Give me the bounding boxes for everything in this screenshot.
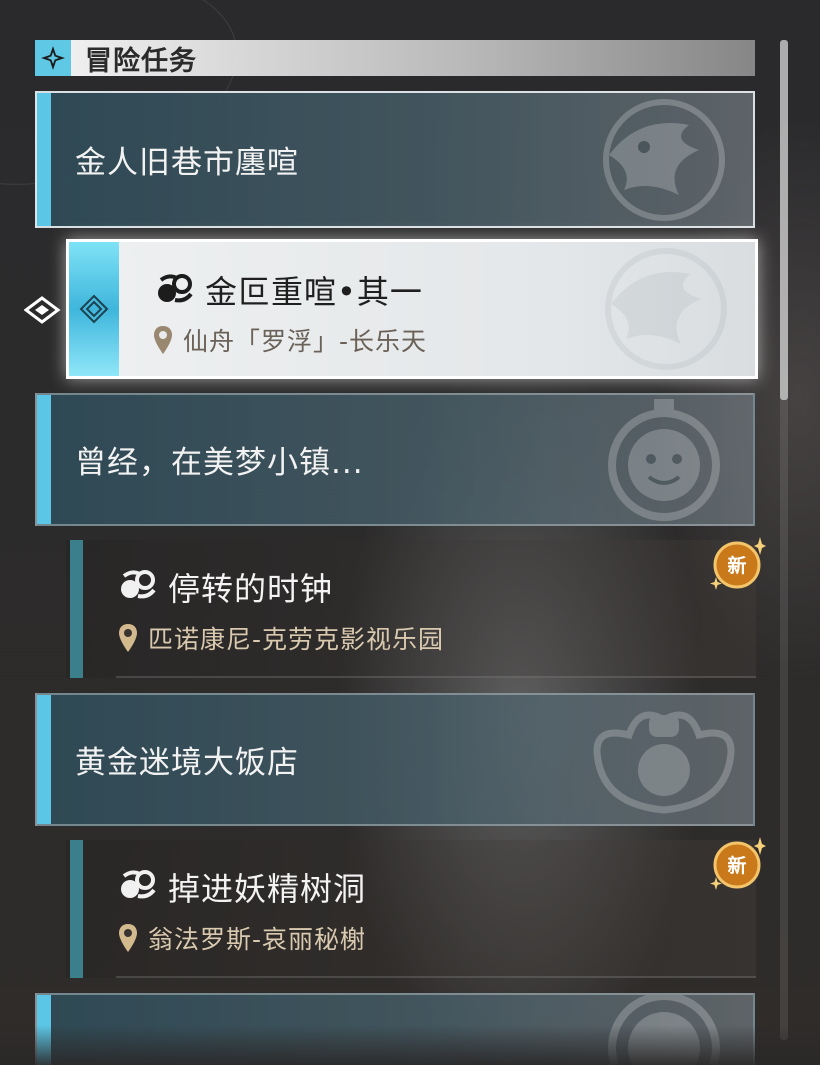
- chef-emblem-icon: [593, 711, 735, 814]
- location-pin-icon: [119, 624, 137, 652]
- quest-group-2[interactable]: 曾经，在美梦小镇...: [35, 393, 755, 526]
- divider: [116, 676, 756, 678]
- new-badge: 新: [708, 835, 766, 893]
- quest-location: 匹诺康尼-克劳克影视乐园: [118, 620, 444, 656]
- sparkle-icon: [35, 40, 71, 76]
- quest-location: 仙舟「罗浮」-长乐天: [153, 322, 427, 358]
- quest-bar: [70, 540, 83, 678]
- quest-location-text: 匹诺康尼-克劳克影视乐园: [148, 625, 445, 654]
- new-badge-label: 新: [727, 554, 747, 577]
- quest-location: 翁法罗斯-哀丽秘榭: [118, 920, 366, 956]
- clockie-emblem-icon: [608, 398, 720, 521]
- divider: [116, 976, 756, 978]
- section-header: 冒险任务: [35, 40, 755, 77]
- group-title: 金人旧巷市廛喧: [75, 145, 299, 181]
- adventure-quest-icon: [121, 570, 156, 599]
- bottom-fade: [0, 1025, 820, 1065]
- bird-emblem-icon: [605, 248, 727, 370]
- bird-emblem-icon: [603, 98, 725, 221]
- quest-item[interactable]: 掉进妖精树洞 翁法罗斯-哀丽秘榭: [66, 840, 756, 978]
- quest-location-text: 翁法罗斯-哀丽秘榭: [148, 925, 367, 954]
- group-title: 曾经，在美梦小镇...: [75, 445, 364, 481]
- scrollbar-thumb[interactable]: [780, 40, 788, 400]
- quest-item[interactable]: 停转的时钟 匹诺康尼-克劳克影视乐园: [66, 540, 756, 678]
- quest-item-selected[interactable]: 金叵重喧•其一 仙舟「罗浮」-长乐天: [66, 239, 758, 379]
- group-title: 黄金迷境大饭店: [75, 745, 299, 781]
- quest-location-text: 仙舟「罗浮」-长乐天: [183, 327, 428, 356]
- quest-group-3[interactable]: 黄金迷境大饭店: [35, 693, 755, 826]
- location-pin-icon: [119, 924, 137, 952]
- selection-pointer-icon: [24, 296, 61, 324]
- new-badge: 新: [708, 535, 766, 593]
- section-title: 冒险任务: [85, 45, 197, 77]
- quest-group-1[interactable]: 金人旧巷市廛喧: [35, 91, 755, 228]
- quest-name: 金叵重喧•其一: [205, 273, 423, 311]
- selected-marker: [69, 242, 119, 376]
- quest-name: 停转的时钟: [168, 570, 334, 608]
- adventure-quest-icon: [121, 870, 156, 899]
- adventure-quest-icon: [158, 274, 193, 303]
- quest-name: 掉进妖精树洞: [168, 870, 367, 908]
- location-pin-icon: [154, 326, 172, 354]
- scrollbar[interactable]: [780, 40, 788, 1040]
- quest-bar: [70, 840, 83, 978]
- new-badge-label: 新: [727, 854, 747, 877]
- diamond-icon: [79, 294, 109, 324]
